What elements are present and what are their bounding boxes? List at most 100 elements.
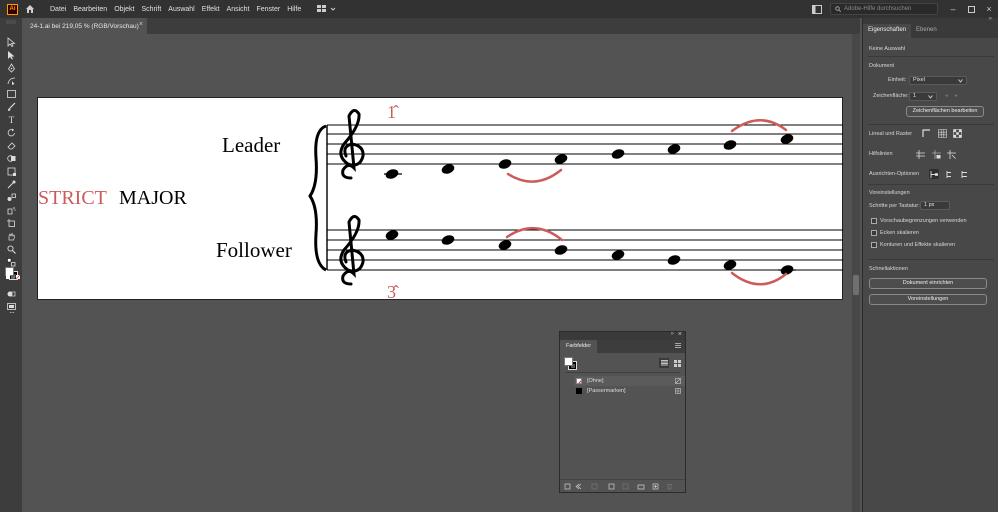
- swatch-options-icon[interactable]: [591, 483, 598, 490]
- direct-selection-tool-icon[interactable]: [6, 49, 17, 60]
- preferences-button[interactable]: Voreinstellungen: [869, 294, 987, 305]
- tab-layers[interactable]: Ebenen: [911, 24, 942, 38]
- help-search-input[interactable]: Adobe-Hilfe durchsuchen: [830, 3, 938, 15]
- blend-tool-icon[interactable]: [6, 192, 17, 203]
- close-window-button[interactable]: ×: [980, 4, 998, 14]
- edit-toolbar-icon[interactable]: ···: [6, 307, 17, 318]
- setup-document-button[interactable]: Dokument einrichten: [869, 278, 987, 289]
- workspace-icon[interactable]: [812, 4, 822, 14]
- ruler-icon[interactable]: [921, 128, 931, 138]
- scale-corners-label: Ecken skalieren: [880, 230, 919, 236]
- artboard[interactable]: STRICT MAJOR Leader Follower 1̂ 3̂: [37, 97, 843, 301]
- maximize-button[interactable]: [962, 5, 980, 13]
- swatch-library-icon[interactable]: [564, 483, 571, 490]
- type-tool-icon[interactable]: T: [6, 114, 17, 125]
- tab-properties[interactable]: Eigenschaften: [863, 24, 912, 38]
- keyboard-increment-input[interactable]: 1 px: [920, 201, 950, 210]
- color-mode-buttons[interactable]: [6, 265, 22, 279]
- home-icon[interactable]: [24, 3, 36, 15]
- menu-list: Datei Bearbeiten Objekt Schrift Auswahl …: [50, 6, 301, 13]
- grid-icon[interactable]: [937, 128, 947, 138]
- delete-swatch-icon[interactable]: [667, 484, 672, 490]
- menu-datei[interactable]: Datei: [50, 6, 66, 13]
- thumbnail-view-icon[interactable]: [672, 358, 682, 368]
- preview-bounds-label: Vorschaubegrenzungen verwenden: [880, 218, 967, 224]
- vertical-scrollbar[interactable]: [852, 34, 860, 512]
- menu-fenster[interactable]: Fenster: [257, 6, 281, 13]
- close-swatches-icon[interactable]: ×: [678, 331, 682, 338]
- edit-artboards-button[interactable]: Zeichenflächen bearbeiten: [906, 106, 984, 117]
- document-section-title: Dokument: [869, 63, 895, 69]
- swatch-row-registration[interactable]: [Passermarken]: [574, 386, 685, 396]
- collapse-swatches-icon[interactable]: »: [671, 331, 675, 337]
- menu-bearbeiten[interactable]: Bearbeiten: [73, 6, 107, 13]
- scale-strokes-checkbox[interactable]: [871, 242, 877, 248]
- arrange-documents-button[interactable]: [317, 5, 336, 13]
- curvature-tool-icon[interactable]: [6, 75, 17, 86]
- unit-label: Einheit:: [888, 77, 907, 83]
- swatches-panel[interactable]: » × Farbfelder [Ohne] [Passermarken]: [559, 331, 686, 493]
- show-kinds-icon[interactable]: [575, 483, 582, 490]
- lock-guides-icon[interactable]: [931, 149, 941, 159]
- registration-swatch-chip: [576, 388, 582, 394]
- toolbar-grip[interactable]: [5, 20, 17, 24]
- free-transform-tool-icon[interactable]: [6, 166, 17, 177]
- selection-tool-icon[interactable]: [6, 36, 17, 47]
- preview-bounds-checkbox[interactable]: [871, 218, 877, 224]
- tab-swatches[interactable]: Farbfelder: [560, 340, 598, 353]
- swatch-row-none[interactable]: [Ohne]: [574, 376, 685, 386]
- note-head: [667, 255, 681, 265]
- rotate-tool-icon[interactable]: [6, 127, 17, 138]
- transparency-grid-icon[interactable]: [952, 128, 962, 138]
- leader-label: Leader: [222, 133, 280, 157]
- shape-builder-tool-icon[interactable]: [6, 153, 17, 164]
- menu-ansicht[interactable]: Ansicht: [227, 6, 250, 13]
- menu-effekt[interactable]: Effekt: [202, 6, 220, 13]
- snap-options-title: Ausrichten-Optionen: [869, 171, 920, 177]
- color-group-icon[interactable]: [608, 483, 615, 490]
- show-guides-icon[interactable]: [915, 149, 925, 159]
- leader-slur-1: [506, 168, 563, 183]
- snap-to-glyph-icon[interactable]: [960, 169, 970, 179]
- smart-guides-icon[interactable]: [946, 149, 956, 159]
- close-tab-icon[interactable]: ×: [139, 21, 143, 28]
- hand-tool-icon[interactable]: [6, 231, 17, 242]
- drawing-mode-icon[interactable]: [6, 288, 17, 299]
- artboard-select[interactable]: 1: [909, 92, 937, 101]
- minimize-button[interactable]: –: [944, 4, 962, 14]
- zoom-tool-icon[interactable]: [6, 244, 17, 255]
- scale-corners-checkbox[interactable]: [871, 230, 877, 236]
- swatches-titlebar[interactable]: » ×: [560, 331, 685, 340]
- leader-scale-degree: 1̂: [387, 102, 399, 122]
- leader-staff: [327, 124, 843, 165]
- panel-menu-icon[interactable]: [675, 343, 681, 350]
- scrollbar-thumb[interactable]: [853, 275, 859, 295]
- snap-to-pixel-icon[interactable]: [945, 169, 955, 179]
- eyedropper-tool-icon[interactable]: [6, 179, 17, 190]
- menu-auswahl[interactable]: Auswahl: [168, 6, 194, 13]
- eraser-tool-icon[interactable]: [6, 140, 17, 151]
- collapse-panel-icon[interactable]: »: [989, 16, 993, 22]
- unit-select[interactable]: Pixel: [909, 76, 967, 85]
- document-tab[interactable]: 24-1.ai bei 219,05 % (RGB/Vorschau) ×: [22, 18, 147, 34]
- menu-schrift[interactable]: Schrift: [141, 6, 161, 13]
- previous-artboard-icon[interactable]: ◂: [945, 93, 948, 99]
- snap-to-point-icon[interactable]: [929, 169, 939, 179]
- restore-icon: [967, 5, 975, 13]
- rectangle-tool-icon[interactable]: [6, 88, 17, 99]
- menu-hilfe[interactable]: Hilfe: [287, 6, 301, 13]
- new-group-icon[interactable]: [637, 484, 645, 490]
- note-head: [611, 149, 625, 159]
- menu-objekt[interactable]: Objekt: [114, 6, 134, 13]
- chevron-down-icon: [928, 95, 933, 99]
- new-swatch-icon[interactable]: [652, 483, 659, 490]
- edit-color-group-icon[interactable]: [622, 483, 629, 490]
- list-view-icon[interactable]: [659, 358, 669, 368]
- pen-tool-icon[interactable]: [6, 62, 17, 73]
- paintbrush-tool-icon[interactable]: [6, 101, 17, 112]
- swatch-fill-indicator[interactable]: [564, 357, 573, 366]
- artboard-tool-icon[interactable]: [6, 218, 17, 229]
- swatch-fill-stroke[interactable]: [564, 357, 578, 371]
- next-artboard-icon[interactable]: ▸: [955, 93, 958, 99]
- symbol-sprayer-tool-icon[interactable]: [6, 205, 17, 216]
